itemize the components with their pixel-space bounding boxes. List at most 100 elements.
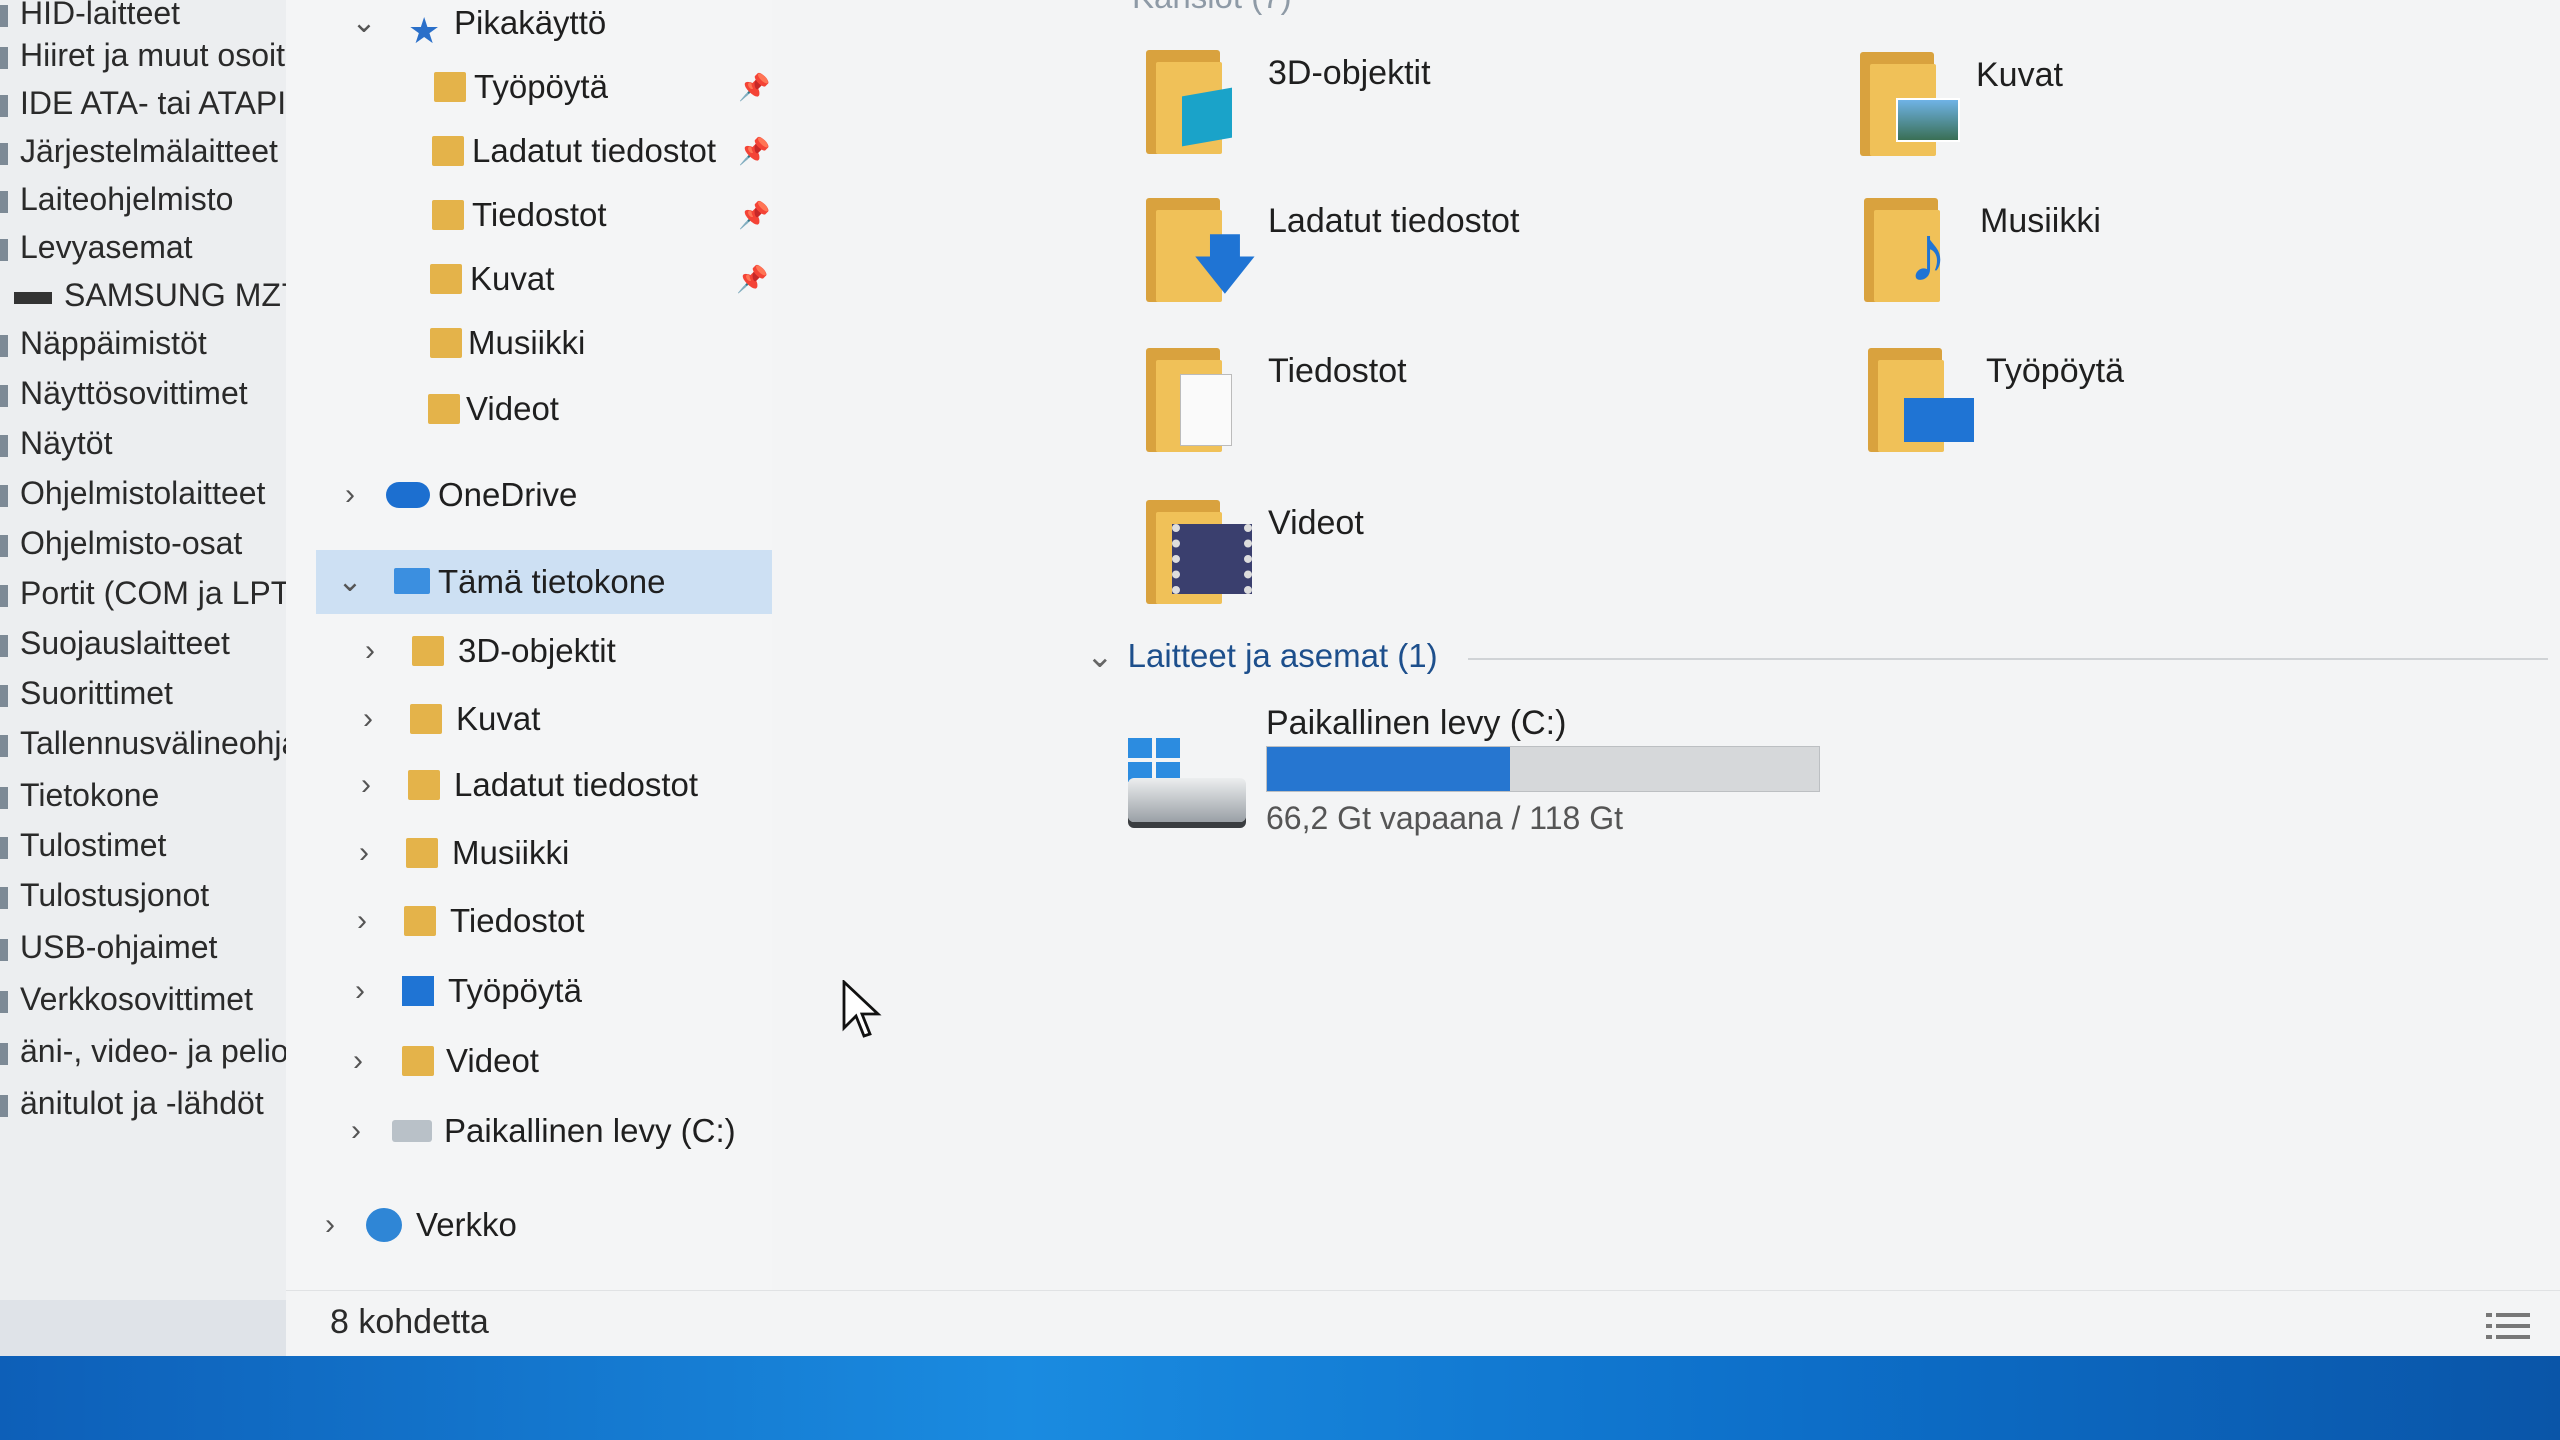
device-category[interactable]: Näppäimistöt [0, 320, 300, 366]
item-count: 8 kohdetta [330, 1303, 489, 1341]
nav-pc-item[interactable]: › Tiedostot [286, 892, 772, 950]
device-category-label: Tallennusvälineohjain [20, 725, 300, 761]
device-category-label: Laiteohjelmisto [20, 181, 234, 217]
tile-label: 3D-objektit [1268, 54, 1431, 92]
firmware-icon [0, 190, 8, 213]
device-category[interactable]: Suojauslaitteet [0, 620, 300, 666]
chevron-right-icon[interactable]: › [346, 824, 382, 882]
device-category-label: änitulot ja -lähdöt [20, 1085, 264, 1121]
chevron-right-icon[interactable]: › [342, 962, 378, 1020]
nav-label: Videot [466, 390, 559, 427]
nav-pc-item[interactable]: › Paikallinen levy (C:) [286, 1102, 772, 1160]
security-icon [0, 634, 8, 657]
nav-pc-item[interactable]: › Musiikki [286, 824, 772, 882]
device-item[interactable]: SAMSUNG MZ7T [0, 272, 314, 318]
device-category[interactable]: Ohjelmistolaitteet [0, 470, 300, 516]
chevron-right-icon[interactable]: › [338, 1102, 374, 1160]
chevron-right-icon[interactable]: › [352, 622, 388, 680]
nav-label: Kuvat [456, 700, 541, 737]
chevron-right-icon[interactable]: › [348, 756, 384, 814]
nav-label: Musiikki [452, 834, 570, 871]
device-category-label: Verkkosovittimet [20, 981, 253, 1017]
pin-icon[interactable]: 📌 [738, 186, 770, 244]
pin-icon[interactable]: 📌 [738, 122, 770, 180]
nav-label: Pikakäyttö [454, 4, 607, 41]
nav-quick-item[interactable]: Musiikki [286, 314, 772, 372]
device-category[interactable]: Laiteohjelmisto [0, 176, 300, 222]
device-category-icon [0, 4, 8, 27]
videos-folder-icon [1146, 494, 1252, 606]
device-category[interactable]: Portit (COM ja LPT) [0, 570, 300, 616]
device-category[interactable]: Tulostusjonot [0, 872, 300, 918]
devices-section-header[interactable]: ⌄ Laitteet ja asemat (1) [1086, 636, 1438, 675]
nav-onedrive[interactable]: › OneDrive [286, 466, 772, 524]
nav-quick-item[interactable]: Videot [286, 380, 772, 438]
device-category-label: Näyttösovittimet [20, 375, 248, 411]
nav-label: Työpöytä [448, 972, 582, 1009]
nav-label: Kuvat [470, 260, 555, 297]
device-category[interactable]: HID-laitteet [0, 0, 300, 36]
device-category[interactable]: Ohjelmisto-osat [0, 520, 300, 566]
device-category[interactable]: Suorittimet [0, 670, 300, 716]
nav-pc-item[interactable]: › Videot [286, 1032, 772, 1090]
nav-pc-item[interactable]: › Työpöytä [286, 962, 772, 1020]
local-disk-icon [392, 1120, 432, 1142]
details-view-icon[interactable] [2486, 1311, 2530, 1341]
device-category[interactable]: äni-, video- ja peliol [0, 1028, 300, 1074]
device-category[interactable]: Järjestelmälaitteet [0, 128, 300, 174]
nav-pc-item[interactable]: › 3D-objektit [286, 622, 772, 680]
folder-tile-pictures[interactable]: Kuvat [1860, 46, 2460, 176]
chevron-down-icon[interactable]: ⌄ [332, 550, 368, 614]
device-category-label: Tietokone [20, 777, 160, 813]
nav-quick-access[interactable]: ⌄ ★ Pikakäyttö [286, 0, 772, 52]
chevron-right-icon[interactable]: › [340, 1032, 376, 1090]
device-category[interactable]: Tallennusvälineohjain [0, 720, 300, 766]
folder-tile-music[interactable]: ♪ Musiikki [1864, 192, 2464, 322]
nav-quick-item[interactable]: Työpöytä 📌 [286, 58, 772, 116]
nav-quick-item[interactable]: Ladatut tiedostot 📌 [286, 122, 772, 180]
chevron-right-icon[interactable]: › [344, 892, 380, 950]
nav-pc-item[interactable]: › Kuvat [286, 690, 772, 748]
pin-icon[interactable]: 📌 [738, 58, 770, 116]
chevron-down-icon[interactable]: ⌄ [1086, 637, 1114, 674]
device-category[interactable]: Hiiret ja muut osoitin [0, 32, 300, 78]
music-folder-icon [406, 838, 438, 868]
device-category[interactable]: USB-ohjaimet [0, 924, 300, 970]
folder-tile-3d-objects[interactable]: 3D-objektit [1146, 44, 1746, 174]
monitor-icon [0, 434, 8, 457]
device-category[interactable]: Verkkosovittimet [0, 976, 300, 1022]
device-category-label: Levyasemat [20, 229, 193, 265]
nav-quick-item[interactable]: Kuvat 📌 [286, 250, 772, 308]
nav-network[interactable]: › Verkko [286, 1196, 772, 1254]
tile-label: Kuvat [1976, 56, 2063, 94]
device-manager-tree: HID-laitteet Hiiret ja muut osoitin IDE … [0, 0, 314, 1300]
chevron-down-icon[interactable]: ⌄ [346, 0, 382, 52]
nav-this-pc[interactable]: ⌄ Tämä tietokone [316, 550, 772, 614]
folders-section-header[interactable]: Kansiot (7) [1132, 0, 1292, 16]
chevron-right-icon[interactable]: › [350, 690, 386, 748]
device-category[interactable]: IDE ATA- tai ATAPI-oh [0, 80, 300, 126]
folder-tile-videos[interactable]: Videot [1146, 494, 1746, 624]
pin-icon[interactable]: 📌 [736, 250, 768, 308]
device-category[interactable]: Levyasemat [0, 224, 300, 270]
device-category[interactable]: Tietokone [0, 772, 300, 818]
downloads-folder-icon: 🡇 [1146, 192, 1258, 304]
chevron-right-icon[interactable]: › [332, 466, 368, 524]
music-folder-icon [430, 328, 462, 358]
folder-tile-desktop[interactable]: Työpöytä [1868, 342, 2468, 472]
tile-label: Työpöytä [1986, 352, 2124, 390]
device-category-label: Näppäimistöt [20, 325, 207, 361]
device-category[interactable]: Näyttösovittimet [0, 370, 300, 416]
drive-usage-bar [1266, 746, 1820, 792]
nav-pc-item[interactable]: › Ladatut tiedostot [286, 756, 772, 814]
chevron-right-icon[interactable]: › [312, 1196, 348, 1254]
folder-tile-downloads[interactable]: 🡇 Ladatut tiedostot [1146, 192, 1746, 322]
drive-name: Paikallinen levy (C:) [1266, 704, 1567, 742]
nav-quick-item[interactable]: Tiedostot 📌 [286, 186, 772, 244]
device-item-label: SAMSUNG MZ7T [64, 277, 314, 313]
device-category[interactable]: Näytöt [0, 420, 300, 466]
nav-label: 3D-objektit [458, 632, 616, 669]
device-category[interactable]: änitulot ja -lähdöt [0, 1080, 300, 1126]
folder-tile-documents[interactable]: Tiedostot [1146, 342, 1746, 472]
device-category[interactable]: Tulostimet [0, 822, 300, 868]
